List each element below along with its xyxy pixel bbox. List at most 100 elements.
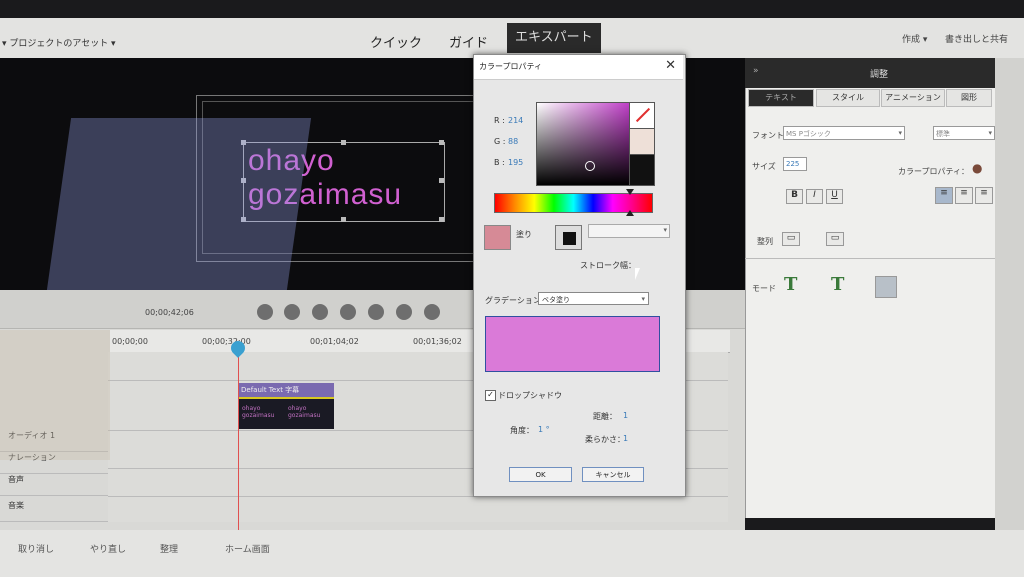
- drop-shadow-checkbox[interactable]: ✓: [485, 390, 496, 401]
- chevron-down-icon: ▾: [641, 295, 645, 303]
- white-swatch[interactable]: [629, 128, 655, 156]
- distance-value[interactable]: 1: [623, 411, 628, 420]
- track-label-voice[interactable]: 音声: [0, 474, 108, 496]
- gradient-select[interactable]: ベタ塗り ▾: [538, 292, 649, 305]
- export-share-menu[interactable]: 書き出しと共有: [945, 32, 1008, 45]
- mode-quick[interactable]: クイック: [370, 32, 422, 51]
- collapse-icon[interactable]: »: [753, 66, 759, 76]
- font-select[interactable]: MS Pゴシック ▾: [783, 126, 905, 140]
- gradient-label: グラデーション: [485, 296, 541, 305]
- track-label-music[interactable]: 音楽: [0, 500, 108, 522]
- size-label: サイズ: [752, 162, 776, 171]
- mode-label: モード: [752, 284, 776, 293]
- project-assets-menu[interactable]: ▾ プロジェクトのアセット ▾: [2, 36, 116, 49]
- color-picker-cursor[interactable]: [585, 161, 595, 171]
- redo-button[interactable]: やり直し: [90, 542, 126, 555]
- font-style-value: 標準: [936, 130, 950, 138]
- ruler-label: 00;00;00: [112, 337, 148, 346]
- gradient-value: ベタ塗り: [542, 296, 570, 304]
- undo-button[interactable]: 取り消し: [18, 542, 54, 555]
- text-tool-icon[interactable]: [875, 276, 897, 298]
- current-timecode[interactable]: 00;00;42;06: [145, 308, 194, 317]
- dialog-titlebar[interactable]: カラープロパティ ✕: [474, 55, 683, 80]
- size-field[interactable]: 225: [783, 157, 807, 171]
- no-color-swatch[interactable]: [629, 102, 655, 130]
- hue-marker-top[interactable]: [626, 189, 634, 195]
- palette-icon[interactable]: ●: [972, 161, 982, 175]
- fast-forward-icon[interactable]: [396, 304, 412, 320]
- clip-thumb-text: ohayo gozaimasu: [242, 405, 275, 419]
- title-clip[interactable]: ohayo gozaimasu ohayo gozaimasu: [238, 397, 334, 429]
- resize-handle[interactable]: [439, 178, 444, 183]
- font-value: MS Pゴシック: [786, 130, 831, 138]
- close-icon[interactable]: ✕: [665, 58, 676, 73]
- r-label: R :: [494, 116, 505, 125]
- softness-value[interactable]: 1: [623, 434, 628, 443]
- playhead-line[interactable]: [238, 345, 239, 535]
- resize-handle[interactable]: [439, 140, 444, 145]
- tab-animation[interactable]: アニメーション: [881, 89, 945, 107]
- b-value[interactable]: 195: [508, 158, 523, 167]
- align-horizontal-icon[interactable]: ▭: [826, 232, 844, 246]
- step-back-icon[interactable]: [312, 304, 328, 320]
- chevron-down-icon: ▾: [988, 129, 992, 137]
- vertical-text-mode-icon[interactable]: T: [831, 274, 844, 295]
- g-value[interactable]: 88: [508, 137, 518, 146]
- softness-label: 柔らかさ：: [585, 435, 625, 444]
- screen-glare: [0, 330, 110, 460]
- mode-expert[interactable]: エキスパート: [507, 23, 601, 53]
- top-bar: ▾ プロジェクトのアセット ▾ クイック ガイド エキスパート 作成 ▾ 書き出…: [0, 18, 1024, 59]
- italic-button[interactable]: I: [806, 189, 823, 204]
- underline-button[interactable]: U: [826, 189, 843, 204]
- r-value[interactable]: 214: [508, 116, 523, 125]
- go-to-start-icon[interactable]: [257, 304, 273, 320]
- ok-button[interactable]: OK: [509, 467, 572, 482]
- ruler-label: 00;01;36;02: [413, 337, 462, 346]
- font-style-select[interactable]: 標準 ▾: [933, 126, 995, 140]
- angle-value[interactable]: 1 °: [538, 425, 550, 434]
- panel-title: 調整: [870, 70, 889, 80]
- angle-label: 角度：: [510, 426, 534, 435]
- stroke-width-label: ストローク幅：: [580, 261, 636, 270]
- bold-button[interactable]: B: [786, 189, 803, 204]
- stroke-style-dropdown[interactable]: ▾: [588, 224, 670, 238]
- align-vertical-icon[interactable]: ▭: [782, 232, 800, 246]
- side-toolbar: [995, 58, 1024, 530]
- chevron-down-icon: ▾: [898, 129, 902, 137]
- resize-handle[interactable]: [341, 217, 346, 222]
- title-clip-header[interactable]: Default Text 字幕: [238, 383, 334, 397]
- color-properties-label: カラープロパティ：: [898, 167, 970, 176]
- fill-label: 塗り: [516, 230, 532, 239]
- resize-handle[interactable]: [439, 217, 444, 222]
- divider: [745, 258, 995, 259]
- font-label: フォント: [752, 131, 784, 140]
- saturation-value-picker[interactable]: [536, 102, 630, 186]
- mouse-cursor-icon: [635, 268, 640, 280]
- align-center-icon[interactable]: ≡: [955, 187, 973, 204]
- organizer-button[interactable]: 整理: [160, 542, 178, 555]
- align-left-icon[interactable]: ≡: [935, 187, 953, 204]
- fill-color-swatch[interactable]: [484, 225, 511, 250]
- play-icon[interactable]: [340, 304, 356, 320]
- go-to-end-icon[interactable]: [424, 304, 440, 320]
- gradient-preview[interactable]: [485, 316, 660, 372]
- hue-marker-bottom[interactable]: [626, 210, 634, 216]
- cancel-button[interactable]: キャンセル: [582, 467, 644, 482]
- clip-name: Default Text 字幕: [241, 386, 300, 394]
- tab-style[interactable]: スタイル: [816, 89, 880, 107]
- drop-shadow-label: ドロップシャドウ: [498, 391, 562, 400]
- text-mode-icon[interactable]: T: [784, 274, 797, 295]
- clip-thumb-text: ohayo gozaimasu: [288, 405, 321, 419]
- stroke-color-swatch[interactable]: [555, 225, 582, 250]
- home-screen-button[interactable]: ホーム画面: [225, 542, 270, 555]
- align-right-icon[interactable]: ≡: [975, 187, 993, 204]
- black-swatch[interactable]: [629, 154, 655, 186]
- rewind-icon[interactable]: [284, 304, 300, 320]
- ruler-label: 00;01;04;02: [310, 337, 359, 346]
- chevron-down-icon: ▾: [663, 226, 667, 234]
- create-menu[interactable]: 作成 ▾: [902, 32, 927, 45]
- tab-text[interactable]: テキスト: [748, 89, 814, 107]
- mode-guided[interactable]: ガイド: [449, 32, 488, 51]
- step-forward-icon[interactable]: [368, 304, 384, 320]
- tab-shapes[interactable]: 図形: [946, 89, 992, 107]
